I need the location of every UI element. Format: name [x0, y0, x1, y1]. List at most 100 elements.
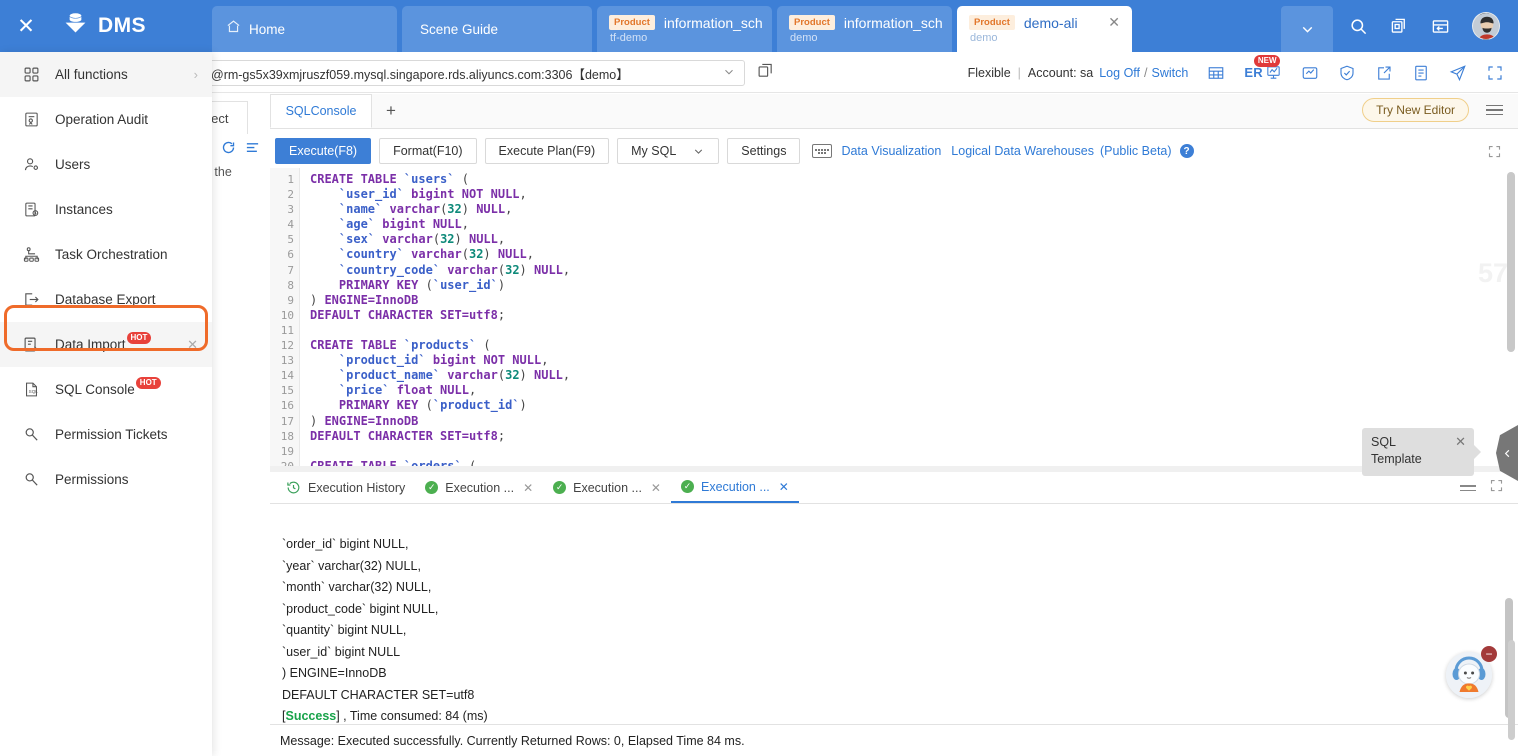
- logical-data-warehouses-link[interactable]: Logical Data Warehouses: [951, 144, 1094, 158]
- tab-scene-guide[interactable]: Scene Guide: [402, 6, 592, 52]
- data-visualization-link[interactable]: Data Visualization: [841, 144, 941, 158]
- tab-close-icon[interactable]: ✕: [651, 481, 661, 495]
- code-line: ) ENGINE=InnoDB: [310, 293, 1518, 308]
- line-number: 11: [270, 323, 294, 338]
- result-panel-tools: [1460, 478, 1504, 498]
- sidebar-item-permissions[interactable]: Permissions: [0, 457, 212, 502]
- tab-close-icon[interactable]: ✕: [1106, 14, 1122, 31]
- collapse-panel-icon[interactable]: [1460, 485, 1476, 491]
- send-icon[interactable]: [1449, 64, 1467, 82]
- log-off-link[interactable]: Log Off: [1099, 66, 1140, 80]
- sidebar-item-users[interactable]: Users: [0, 142, 212, 187]
- line-number: 10: [270, 308, 294, 323]
- sidebar-item-permission-tickets[interactable]: Permission Tickets: [0, 412, 212, 457]
- chevron-right-icon[interactable]: ›: [194, 67, 198, 82]
- status-bar: Message: Executed successfully. Currentl…: [270, 724, 1518, 756]
- document-icon[interactable]: [1412, 64, 1430, 82]
- code-line: `age` bigint NULL,: [310, 217, 1518, 232]
- fullscreen-icon[interactable]: [1486, 64, 1504, 82]
- home-icon: [226, 19, 241, 39]
- tab-execution-result-1[interactable]: ✓ Execution ... ✕: [415, 472, 543, 503]
- result-output[interactable]: `order_id` bigint NULL,`year` varchar(32…: [270, 504, 1518, 724]
- status-message: Message: Executed successfully. Currentl…: [280, 734, 745, 748]
- format-button[interactable]: Format(F10): [379, 138, 476, 164]
- sidebar-item-operation-audit[interactable]: Operation Audit: [0, 97, 212, 142]
- sidebar-item-all-functions[interactable]: All functions›: [0, 52, 212, 97]
- execute-plan-button[interactable]: Execute Plan(F9): [485, 138, 610, 164]
- panel-toggle-icon[interactable]: [1431, 17, 1450, 36]
- page-scrollbar[interactable]: [1508, 640, 1515, 740]
- tab-information-schema-demo[interactable]: Product information_sche demo: [777, 6, 952, 52]
- expand-corners-icon[interactable]: [1487, 144, 1502, 164]
- tab-execution-result-3[interactable]: ✓ Execution ... ✕: [671, 472, 799, 503]
- tab-overflow-chevron[interactable]: [1281, 6, 1333, 52]
- tab-execution-history[interactable]: Execution History: [276, 472, 415, 503]
- keyboard-icon[interactable]: [812, 144, 832, 158]
- editor-code[interactable]: CREATE TABLE `users` ( `user_id` bigint …: [301, 168, 1518, 468]
- tab-sqlconsole[interactable]: SQLConsole: [270, 94, 372, 128]
- support-robot-button[interactable]: −: [1446, 652, 1492, 698]
- close-icon[interactable]: ✕: [187, 337, 198, 353]
- main-sidebar: All functions›Operation Audit Users Instan…: [0, 52, 212, 756]
- sidebar-item-sql-console[interactable]: SQLSQL ConsoleHOT: [0, 367, 212, 412]
- sidebar-item-data-import[interactable]: Data ImportHOT✕: [0, 322, 212, 367]
- tab-close-icon[interactable]: ✕: [779, 480, 789, 494]
- code-line: `product_id` bigint NOT NULL,: [310, 353, 1518, 368]
- tab-home[interactable]: Home: [212, 6, 397, 52]
- copy-icon[interactable]: [757, 62, 774, 84]
- history-clock-icon: [286, 480, 301, 495]
- server-icon: [22, 201, 40, 218]
- filter-list-icon[interactable]: [245, 140, 260, 155]
- line-number: 8: [270, 278, 294, 293]
- close-icon[interactable]: ✕: [1455, 433, 1466, 450]
- sql-template-popover[interactable]: ✕ SQL Template: [1362, 428, 1474, 476]
- app-logo[interactable]: DMS: [52, 0, 212, 52]
- user-avatar[interactable]: [1472, 12, 1500, 40]
- expand-corners-icon[interactable]: [1489, 478, 1504, 498]
- code-line: [310, 323, 1518, 338]
- import-db-icon: [22, 336, 40, 353]
- result-line: `quantity` bigint NULL,: [282, 620, 1518, 642]
- add-console-tab-button[interactable]: +: [372, 94, 410, 128]
- search-icon[interactable]: [1349, 17, 1368, 36]
- chevron-down-icon[interactable]: [722, 65, 736, 82]
- code-line: PRIMARY KEY (`product_id`): [310, 398, 1518, 413]
- tab-demo-ali[interactable]: Product demo-ali ✕ demo: [957, 6, 1132, 52]
- sql-editor[interactable]: 1234567891011121314151617181920212223 CR…: [270, 168, 1518, 468]
- sql-dialect-select[interactable]: My SQL: [617, 138, 719, 164]
- apps-copy-icon[interactable]: [1390, 17, 1409, 36]
- brand-name: DMS: [98, 14, 146, 38]
- execute-button[interactable]: Execute(F8): [275, 138, 371, 164]
- er-diagram-icon[interactable]: ER NEW: [1244, 64, 1282, 81]
- help-circle-icon[interactable]: ?: [1180, 144, 1194, 158]
- result-line: `product_code` bigint NULL,: [282, 599, 1518, 621]
- tab-execution-result-2[interactable]: ✓ Execution ... ✕: [543, 472, 671, 503]
- shield-icon[interactable]: [1338, 64, 1356, 82]
- line-number: 16: [270, 398, 294, 413]
- settings-button[interactable]: Settings: [727, 138, 800, 164]
- code-line: CREATE TABLE `products` (: [310, 338, 1518, 353]
- try-new-editor-button[interactable]: Try New Editor: [1362, 98, 1469, 122]
- close-window-button[interactable]: ✕: [0, 0, 52, 52]
- chart-board-icon[interactable]: [1301, 64, 1319, 82]
- tab-subtitle: demo: [789, 32, 818, 44]
- editor-scrollbar[interactable]: [1507, 172, 1515, 352]
- refresh-icon[interactable]: [221, 140, 236, 155]
- switch-link[interactable]: Switch: [1152, 66, 1189, 80]
- connection-select[interactable]: @rm-gs5x39xmjruszf059.mysql.singapore.rd…: [200, 60, 745, 86]
- table-grid-icon[interactable]: [1207, 64, 1225, 82]
- sidebar-item-instances[interactable]: Instances: [0, 187, 212, 232]
- sidebar-item-database-export[interactable]: Database Export: [0, 277, 212, 322]
- tab-close-icon[interactable]: ✕: [523, 481, 533, 495]
- code-line: [310, 444, 1518, 459]
- sidebar-item-label: Users: [55, 157, 198, 172]
- export-icon[interactable]: [1375, 64, 1393, 82]
- hamburger-menu-icon[interactable]: [1483, 102, 1506, 119]
- sidebar-item-task-orchestration[interactable]: Task Orchestration: [0, 232, 212, 277]
- chevron-down-icon: [692, 145, 705, 158]
- grid-apps-icon: [22, 66, 40, 83]
- tab-information-schema-tfdemo[interactable]: Product information_sche tf-demo: [597, 6, 772, 52]
- success-check-icon: ✓: [425, 481, 438, 494]
- minimize-icon[interactable]: −: [1481, 646, 1497, 662]
- hot-badge: HOT: [127, 332, 152, 344]
